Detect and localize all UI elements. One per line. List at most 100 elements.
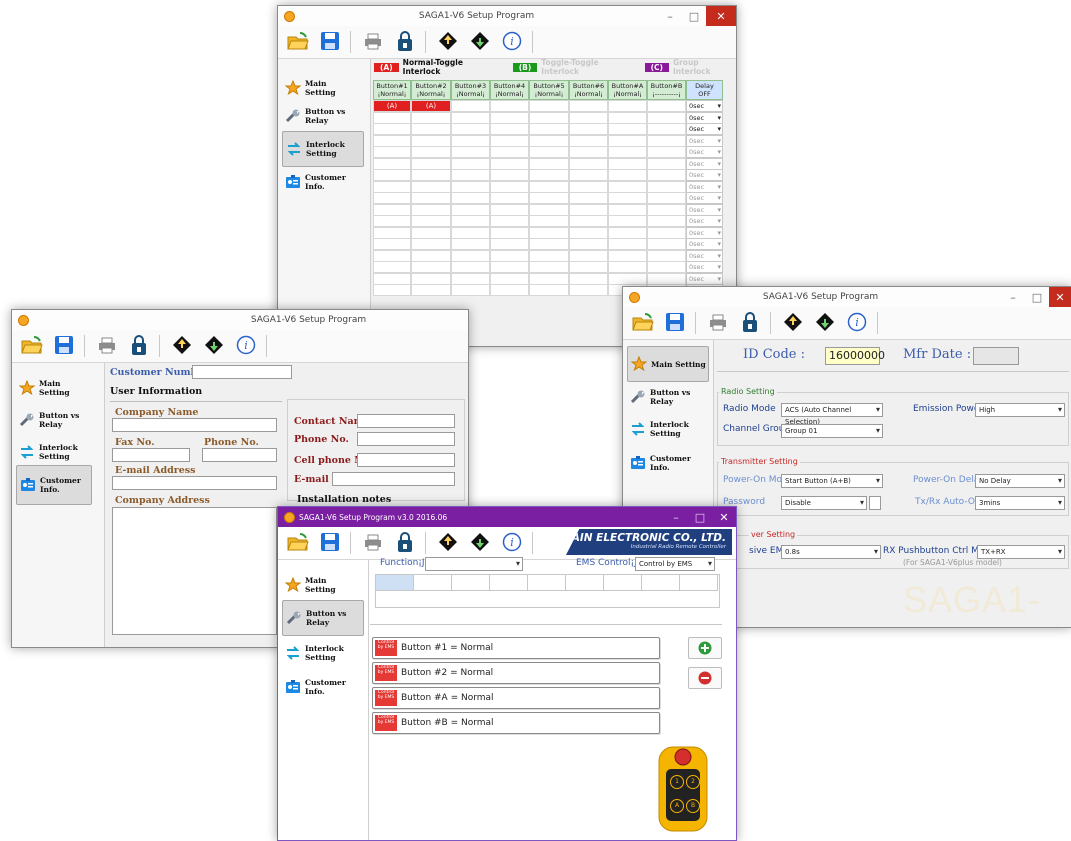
interlock-cell[interactable]: [569, 203, 608, 216]
interlock-cell[interactable]: [411, 272, 451, 285]
nav-button-vs-relay[interactable]: Button vs Relay: [282, 600, 364, 636]
print-tool-button[interactable]: [359, 529, 387, 557]
interlock-cell[interactable]: [373, 203, 411, 216]
interlock-cell[interactable]: [529, 192, 569, 204]
interlock-cell[interactable]: [569, 100, 608, 112]
relay-cell[interactable]: [490, 575, 528, 591]
nav-customer-info[interactable]: Customer Info.: [282, 165, 346, 199]
interlock-cell[interactable]: [373, 261, 411, 273]
interlock-cell[interactable]: [451, 169, 490, 181]
mfr-date-input[interactable]: [973, 347, 1019, 365]
print-tool-button[interactable]: [93, 332, 121, 360]
download-chip-tool-button[interactable]: [811, 309, 839, 337]
delay-select[interactable]: 0sec▾: [686, 169, 723, 181]
save-disk-tool-button[interactable]: [50, 332, 78, 360]
interlock-cell[interactable]: [411, 146, 451, 158]
interlock-cell[interactable]: [608, 203, 647, 216]
interlock-cell[interactable]: [451, 261, 490, 273]
interlock-cell[interactable]: [411, 284, 451, 296]
delay-select[interactable]: 0sec▾: [686, 192, 723, 204]
nav-button-vs-relay[interactable]: Button vs Relay: [16, 403, 80, 437]
interlock-cell[interactable]: [373, 180, 411, 193]
save-disk-tool-button[interactable]: [316, 28, 344, 56]
nav-main-setting[interactable]: Main Setting: [282, 568, 346, 602]
lock-tool-button[interactable]: [391, 529, 419, 557]
delay-select[interactable]: 0sec▾: [686, 238, 723, 250]
nav-interlock-setting[interactable]: Interlock Setting: [282, 131, 364, 167]
download-chip-tool-button[interactable]: [466, 529, 494, 557]
delay-select[interactable]: 0sec▾: [686, 111, 723, 124]
interlock-cell[interactable]: [529, 261, 569, 273]
interlock-cell[interactable]: [451, 180, 490, 193]
interlock-cell[interactable]: [490, 180, 529, 193]
maximize-button[interactable]: □: [682, 6, 706, 26]
interlock-cell[interactable]: [373, 284, 411, 296]
interlock-cell[interactable]: [608, 272, 647, 285]
interlock-cell[interactable]: [647, 123, 686, 135]
interlock-cell[interactable]: [569, 180, 608, 193]
interlock-cell[interactable]: [490, 272, 529, 285]
add-button[interactable]: [688, 637, 722, 659]
interlock-cell[interactable]: [647, 180, 686, 193]
interlock-cell[interactable]: [569, 249, 608, 262]
interlock-cell[interactable]: [451, 100, 490, 112]
interlock-cell[interactable]: [647, 249, 686, 262]
id-code-input[interactable]: 16000000: [825, 347, 885, 365]
interlock-cell[interactable]: [411, 226, 451, 239]
relay-cell[interactable]: [680, 575, 718, 591]
nav-main-setting[interactable]: Main Setting: [627, 346, 709, 382]
upload-chip-tool-button[interactable]: [779, 309, 807, 337]
function-select[interactable]: [425, 557, 523, 571]
close-button[interactable]: ✕: [1049, 287, 1071, 307]
interlock-cell[interactable]: [411, 111, 451, 124]
interlock-cell[interactable]: [608, 215, 647, 227]
customer-number-input[interactable]: [192, 365, 292, 379]
interlock-cell[interactable]: [373, 249, 411, 262]
interlock-cell[interactable]: [411, 180, 451, 193]
interlock-cell[interactable]: [569, 169, 608, 181]
nav-customer-info[interactable]: Customer Info.: [16, 465, 92, 505]
interlock-cell[interactable]: (A): [411, 100, 451, 112]
interlock-cell[interactable]: [608, 111, 647, 124]
interlock-cell[interactable]: [608, 261, 647, 273]
interlock-cell[interactable]: [490, 123, 529, 135]
nav-interlock-setting[interactable]: Interlock Setting: [627, 412, 711, 446]
column-header[interactable]: Delay OFF: [686, 80, 723, 100]
interlock-cell[interactable]: [529, 215, 569, 227]
interlock-cell[interactable]: [569, 284, 608, 296]
info-tool-button[interactable]: i: [498, 529, 526, 557]
list-item[interactable]: Control by EMS Button #1 = Normal: [372, 637, 660, 659]
interlock-cell[interactable]: [451, 111, 490, 124]
nav-customer-info[interactable]: Customer Info.: [627, 446, 711, 480]
password-input[interactable]: [869, 496, 881, 510]
interlock-cell[interactable]: [490, 215, 529, 227]
minimize-button[interactable]: –: [658, 6, 682, 26]
interlock-cell[interactable]: [647, 238, 686, 250]
nav-button-vs-relay[interactable]: Button vs Relay: [282, 99, 346, 133]
interlock-cell[interactable]: [373, 134, 411, 147]
interlock-cell[interactable]: [647, 134, 686, 147]
interlock-cell[interactable]: [647, 157, 686, 170]
open-folder-tool-button[interactable]: [284, 28, 312, 56]
interlock-cell[interactable]: [411, 203, 451, 216]
interlock-cell[interactable]: [373, 169, 411, 181]
phone-input[interactable]: [202, 448, 277, 462]
passive-ems-select[interactable]: 0.8s: [781, 545, 881, 559]
lock-tool-button[interactable]: [125, 332, 153, 360]
relay-cell[interactable]: [528, 575, 566, 591]
interlock-cell[interactable]: [647, 203, 686, 216]
column-header[interactable]: Button#B ¡----------¡: [647, 80, 686, 100]
interlock-cell[interactable]: [373, 238, 411, 250]
interlock-cell[interactable]: [490, 111, 529, 124]
fax-input[interactable]: [112, 448, 190, 462]
emission-power-select[interactable]: High: [975, 403, 1065, 417]
relay-cell[interactable]: [566, 575, 604, 591]
minimize-button[interactable]: –: [1001, 287, 1025, 307]
company-name-input[interactable]: [112, 418, 277, 432]
column-header[interactable]: Button#3 ¡Normal¡: [451, 80, 490, 100]
interlock-cell[interactable]: [569, 226, 608, 239]
delay-select[interactable]: 0sec▾: [686, 123, 723, 135]
minimize-button[interactable]: –: [664, 507, 688, 527]
relay-cell[interactable]: [642, 575, 680, 591]
column-header[interactable]: Button#4 ¡Normal¡: [490, 80, 529, 100]
